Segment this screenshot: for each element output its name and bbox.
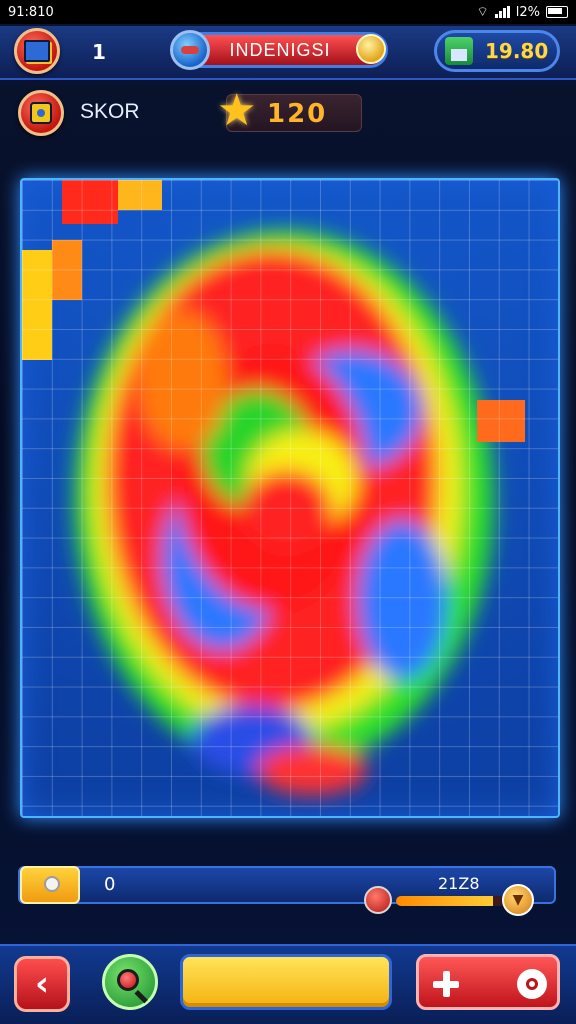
top-bar: 1 INDENIGSI 19.80 [0,26,576,80]
magnifier-icon [117,969,139,991]
globe-icon [170,30,210,70]
score-label: SKOR [80,100,140,123]
game-screen: 91:810 ⌔ l2% 1 INDENIGSI 19.80 SKOR ★ 12… [0,0,576,1024]
back-arrow-icon: ‹ [34,964,49,1004]
reward-chest-icon[interactable]: ▼ [502,884,534,916]
puzzle-board[interactable] [20,178,560,818]
reward-meter: ▼ [360,880,538,920]
score-value: 120 [267,99,328,129]
reward-track [396,896,506,906]
status-bar: 91:810 ⌔ l2% [0,0,576,24]
collection-button[interactable] [14,28,60,74]
ring-icon [517,969,547,999]
status-time: 91:810 [8,4,54,20]
puzzle-grid [22,180,558,816]
wifi-icon: ⌔ [476,5,489,20]
hint-button[interactable] [102,954,158,1010]
signal-icon [494,6,510,18]
coin-value: 19.80 [485,39,549,63]
reward-fill [396,896,493,906]
goal-button[interactable] [18,90,64,136]
level-number: 1 [92,40,106,64]
plus-icon [433,971,459,997]
battery-percent: l2% [515,4,540,20]
target-icon [30,102,52,124]
gem-icon [356,34,386,64]
book-icon [24,40,50,62]
progress-handle[interactable] [20,866,80,904]
star-icon: ★ [217,85,257,136]
battery-icon [546,6,568,18]
play-button[interactable] [180,954,392,1010]
score-display: ★ 120 [217,89,362,133]
bottom-nav: ‹ [0,944,576,1024]
character-icon [364,886,392,914]
add-button[interactable] [416,954,560,1010]
home-icon [445,37,473,65]
status-indicators: ⌔ l2% [477,4,568,20]
coin-counter[interactable]: 19.80 [434,30,560,72]
back-button[interactable]: ‹ [14,956,70,1012]
progress-start-value: 0 [104,874,116,895]
title-text: INDENIGSI [229,39,331,60]
